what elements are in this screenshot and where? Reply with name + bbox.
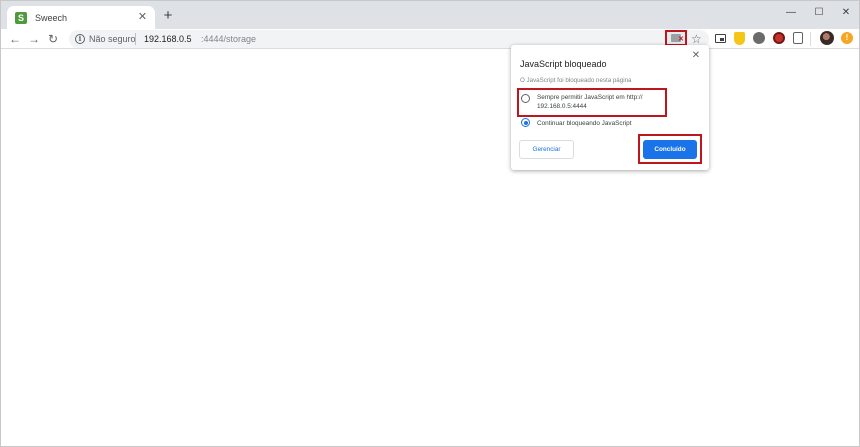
extension-shield-icon[interactable] [734, 32, 745, 45]
extension-record-icon[interactable] [773, 32, 785, 44]
option-allow-label[interactable]: Sempre permitir JavaScript em http:// 19… [537, 93, 642, 111]
done-button[interactable]: Concluído [643, 140, 697, 159]
extension-document-icon[interactable] [793, 32, 803, 44]
tab-close-icon[interactable]: ✕ [136, 11, 149, 24]
divider [810, 32, 811, 46]
profile-avatar[interactable] [820, 31, 834, 45]
option-block-label[interactable]: Continuar bloqueando JavaScript [537, 119, 632, 128]
update-available-icon[interactable]: ! [841, 32, 853, 44]
info-icon[interactable]: i [75, 34, 85, 44]
url-path[interactable]: :4444/storage [201, 34, 256, 44]
back-button[interactable]: ← [7, 31, 23, 47]
close-icon[interactable]: ✕ [691, 51, 701, 61]
browser-window: S Sweech ✕ + — ☐ ✕ ← → ↻ i Não seguro 19… [0, 0, 860, 447]
bubble-title: JavaScript bloqueado [520, 59, 607, 69]
site-favicon-icon: S [15, 11, 27, 24]
reload-button[interactable]: ↻ [45, 31, 61, 47]
new-tab-button[interactable]: + [161, 8, 175, 23]
tab-sweech[interactable]: S Sweech ✕ [7, 6, 155, 29]
minimize-button[interactable]: — [778, 5, 804, 21]
bubble-description: O JavaScript foi bloqueado nesta página [520, 77, 632, 84]
manage-button[interactable]: Gerenciar [519, 140, 574, 159]
url-host[interactable]: 192.168.0.5 [144, 34, 192, 44]
security-label[interactable]: Não seguro [89, 34, 136, 44]
maximize-button[interactable]: ☐ [806, 5, 832, 21]
tab-strip: S Sweech ✕ + — ☐ ✕ [1, 1, 859, 29]
close-window-button[interactable]: ✕ [833, 5, 859, 21]
forward-button[interactable]: → [26, 31, 42, 47]
toolbar: ← → ↻ i Não seguro 192.168.0.5 :4444/sto… [1, 29, 859, 49]
radio-continue-blocking[interactable] [521, 118, 530, 127]
divider [135, 33, 136, 45]
bookmark-star-icon[interactable]: ☆ [691, 32, 702, 46]
tab-title: Sweech [35, 12, 68, 23]
javascript-blocked-icon[interactable]: ✕ [665, 30, 687, 46]
picture-in-picture-icon[interactable] [715, 34, 726, 43]
option-allow-line1: Sempre permitir JavaScript em http:// [537, 94, 643, 101]
extension-gear-icon[interactable] [753, 32, 765, 44]
radio-allow-javascript[interactable] [521, 94, 530, 103]
option-allow-line2: 192.168.0.5:4444 [537, 103, 587, 110]
